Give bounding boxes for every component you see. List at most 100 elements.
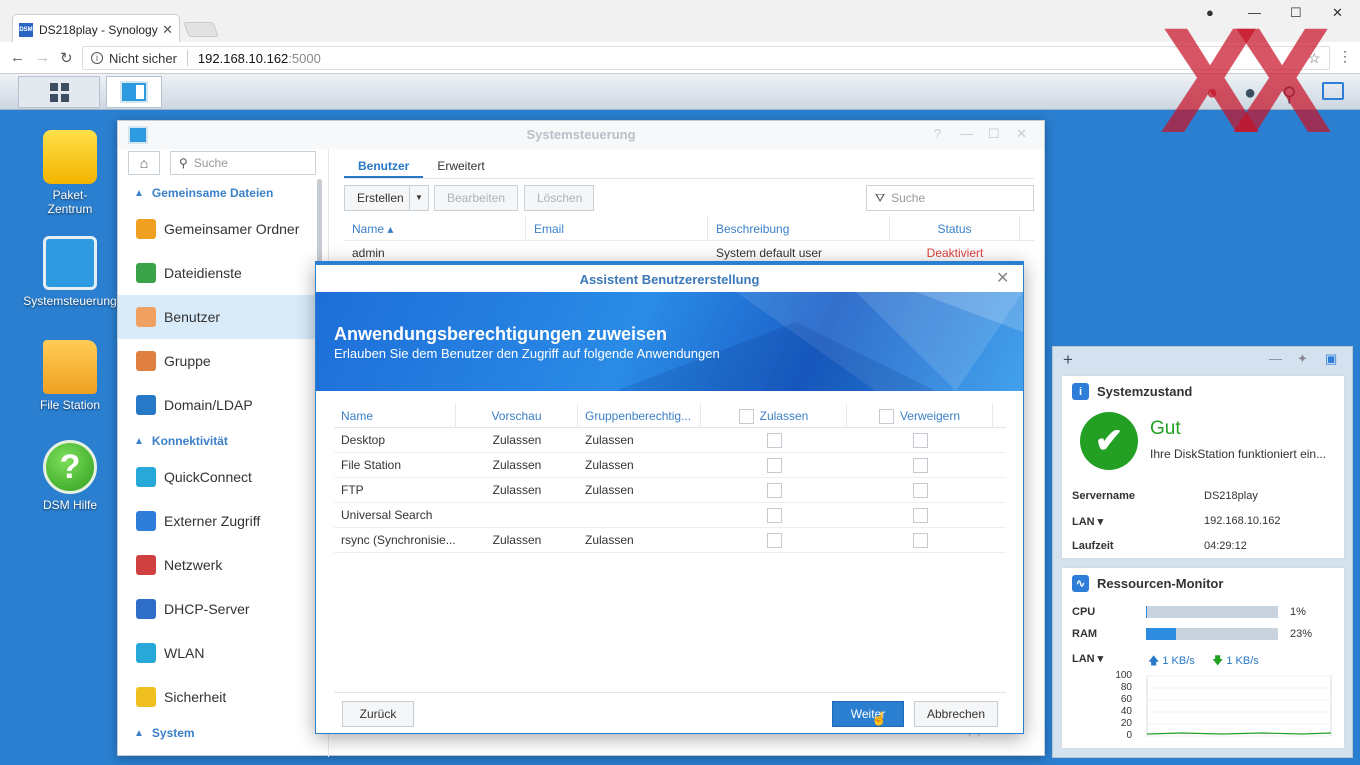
table-row[interactable]: File Station Zulassen Zulassen — [334, 453, 1006, 478]
url-host: 192.168.10.162 — [197, 50, 289, 66]
allow-checkbox[interactable] — [766, 432, 782, 448]
sidebar-item[interactable]: QuickConnect — [118, 455, 324, 499]
allow-checkbox[interactable] — [766, 482, 782, 498]
deny-checkbox[interactable] — [912, 432, 928, 448]
allow-all-checkbox[interactable] — [738, 408, 754, 424]
table-row[interactable]: FTP Zulassen Zulassen — [334, 478, 1006, 503]
back-arrow-icon[interactable]: ← — [10, 49, 25, 66]
create-button[interactable]: Erstellen — [344, 185, 410, 211]
network-chart: 100 80 60 40 20 0 — [1072, 670, 1334, 742]
sidebar-search-input[interactable]: ⚲ Suche — [170, 151, 316, 175]
deny-checkbox[interactable] — [912, 532, 928, 548]
search-icon: ⚲ — [179, 156, 188, 170]
allow-checkbox[interactable] — [766, 507, 782, 523]
tab-erweitert[interactable]: Erweitert — [423, 153, 498, 178]
health-description: Ihre DiskStation funktioniert ein... — [1150, 447, 1327, 461]
browser-tab[interactable]: DSM DS218play - Synology D ✕ — [12, 14, 180, 44]
browser-tab-title: DS218play - Synology D — [39, 22, 159, 37]
sidebar-item-icon — [136, 599, 156, 619]
column-name[interactable]: Name ▴ — [344, 217, 526, 240]
deny-all-checkbox[interactable] — [878, 408, 894, 424]
app-group-permission: Zulassen — [585, 458, 634, 472]
sidebar-section[interactable]: ▲ Konnektivität — [118, 427, 324, 455]
close-icon[interactable]: ✕ — [1016, 126, 1027, 142]
deny-checkbox[interactable] — [912, 507, 928, 523]
next-button[interactable]: Weiter — [832, 701, 904, 727]
column-preview[interactable]: Vorschau — [456, 403, 578, 428]
window-title: Systemsteuerung — [118, 121, 1044, 149]
close-tab-icon[interactable]: ✕ — [162, 22, 173, 38]
chevron-down-icon: ▼ — [415, 193, 423, 202]
app-group-permission: Zulassen — [585, 483, 634, 497]
sidebar-item[interactable]: Netzwerk — [118, 543, 324, 587]
create-dropdown-button[interactable]: ▼ — [409, 185, 429, 211]
wizard-banner: Anwendungsberechtigungen zuweisen Erlaub… — [316, 292, 1023, 391]
deny-checkbox[interactable] — [912, 482, 928, 498]
help-icon[interactable]: ? — [934, 126, 941, 141]
sidebar-section[interactable]: ▲ Gemeinsame Dateien — [118, 179, 324, 207]
sidebar-item-icon — [136, 687, 156, 707]
main-menu-button[interactable] — [18, 76, 100, 108]
deny-checkbox[interactable] — [912, 457, 928, 473]
desktop-icon-file-station[interactable]: File Station — [22, 340, 118, 412]
minimize-icon[interactable]: — — [960, 126, 973, 141]
widget-toggle-icon[interactable]: ▣ — [1325, 351, 1337, 367]
resource-monitor-title: Ressourcen-Monitor — [1097, 576, 1224, 591]
allow-cell — [701, 532, 847, 548]
allow-checkbox[interactable] — [766, 532, 782, 548]
column-status[interactable]: Status — [890, 217, 1020, 240]
table-row[interactable]: Universal Search — [334, 503, 1006, 528]
pin-icon[interactable]: ✦ — [1297, 351, 1308, 367]
sidebar-item[interactable]: Externer Zugriff — [118, 499, 324, 543]
lan-dropdown[interactable]: LAN ▾ — [1072, 515, 1103, 528]
new-tab-button[interactable] — [183, 22, 219, 37]
app-preview: Zulassen — [492, 458, 542, 472]
column-email[interactable]: Email — [526, 217, 708, 240]
desktop-icon-control-panel[interactable]: Systemsteuerung — [22, 236, 118, 308]
sidebar-item-icon — [136, 351, 156, 371]
sidebar-item[interactable]: Dateidienste — [118, 251, 324, 295]
sidebar-item[interactable]: Gemeinsamer Ordner — [118, 207, 324, 251]
allow-checkbox[interactable] — [766, 457, 782, 473]
info-icon: i — [1072, 383, 1089, 400]
forward-arrow-icon[interactable]: → — [35, 49, 50, 66]
column-name[interactable]: Name — [334, 403, 456, 428]
desktop-icon-package-center[interactable]: Paket- Zentrum — [22, 130, 118, 216]
sidebar-item[interactable]: WLAN — [118, 631, 324, 675]
chevron-up-icon: ▲ — [134, 727, 144, 739]
taskbar-control-panel[interactable] — [106, 76, 162, 108]
reload-icon[interactable]: ↻ — [60, 49, 73, 67]
sidebar-item[interactable]: Benutzer — [118, 295, 324, 339]
sidebar-item[interactable]: Domain/LDAP — [118, 383, 324, 427]
sidebar-item[interactable]: DHCP-Server — [118, 587, 324, 631]
cancel-button[interactable]: Abbrechen — [914, 701, 998, 727]
info-icon[interactable]: i — [91, 52, 103, 64]
back-button[interactable]: Zurück — [342, 701, 414, 727]
sidebar-item-icon — [136, 219, 156, 239]
maximize-icon[interactable]: ☐ — [988, 126, 1000, 142]
sidebar-scrollbar[interactable] — [317, 179, 322, 267]
sidebar-item-label: Sicherheit — [164, 689, 227, 705]
close-icon[interactable]: ✕ — [996, 268, 1009, 288]
user-search-input[interactable]: ⛛ Suche — [866, 185, 1034, 211]
sidebar-section[interactable]: ▲ System — [118, 719, 324, 747]
wizard-subheading: Erlauben Sie dem Benutzer den Zugriff au… — [334, 346, 720, 361]
minimize-icon[interactable]: — — [1269, 351, 1282, 366]
wizard-title: Assistent Benutzererstellung — [316, 262, 1023, 292]
add-widget-icon[interactable]: + — [1063, 350, 1073, 370]
sidebar-item[interactable]: Sicherheit — [118, 675, 324, 719]
column-description[interactable]: Beschreibung — [708, 217, 890, 240]
table-row[interactable]: rsync (Synchronisie... Zulassen Zulassen — [334, 528, 1006, 553]
edit-button[interactable]: Bearbeiten — [434, 185, 518, 211]
tab-benutzer[interactable]: Benutzer — [344, 153, 424, 178]
lan-download: 🡇 1 KB/s — [1212, 652, 1259, 671]
column-group-permission[interactable]: Gruppenberechtig... — [578, 403, 701, 428]
table-row[interactable]: Desktop Zulassen Zulassen — [334, 428, 1006, 453]
delete-button[interactable]: Löschen — [524, 185, 594, 211]
sidebar-item[interactable]: Gruppe — [118, 339, 324, 383]
desktop-icon-dsm-help[interactable]: ? DSM Hilfe — [22, 440, 118, 512]
url-field[interactable]: i Nicht sicher 192.168.10.162 :5000 — [82, 46, 1330, 70]
app-name: File Station — [341, 458, 402, 472]
home-button[interactable]: ⌂ — [128, 151, 160, 175]
lan-dropdown[interactable]: LAN ▾ — [1072, 652, 1103, 665]
